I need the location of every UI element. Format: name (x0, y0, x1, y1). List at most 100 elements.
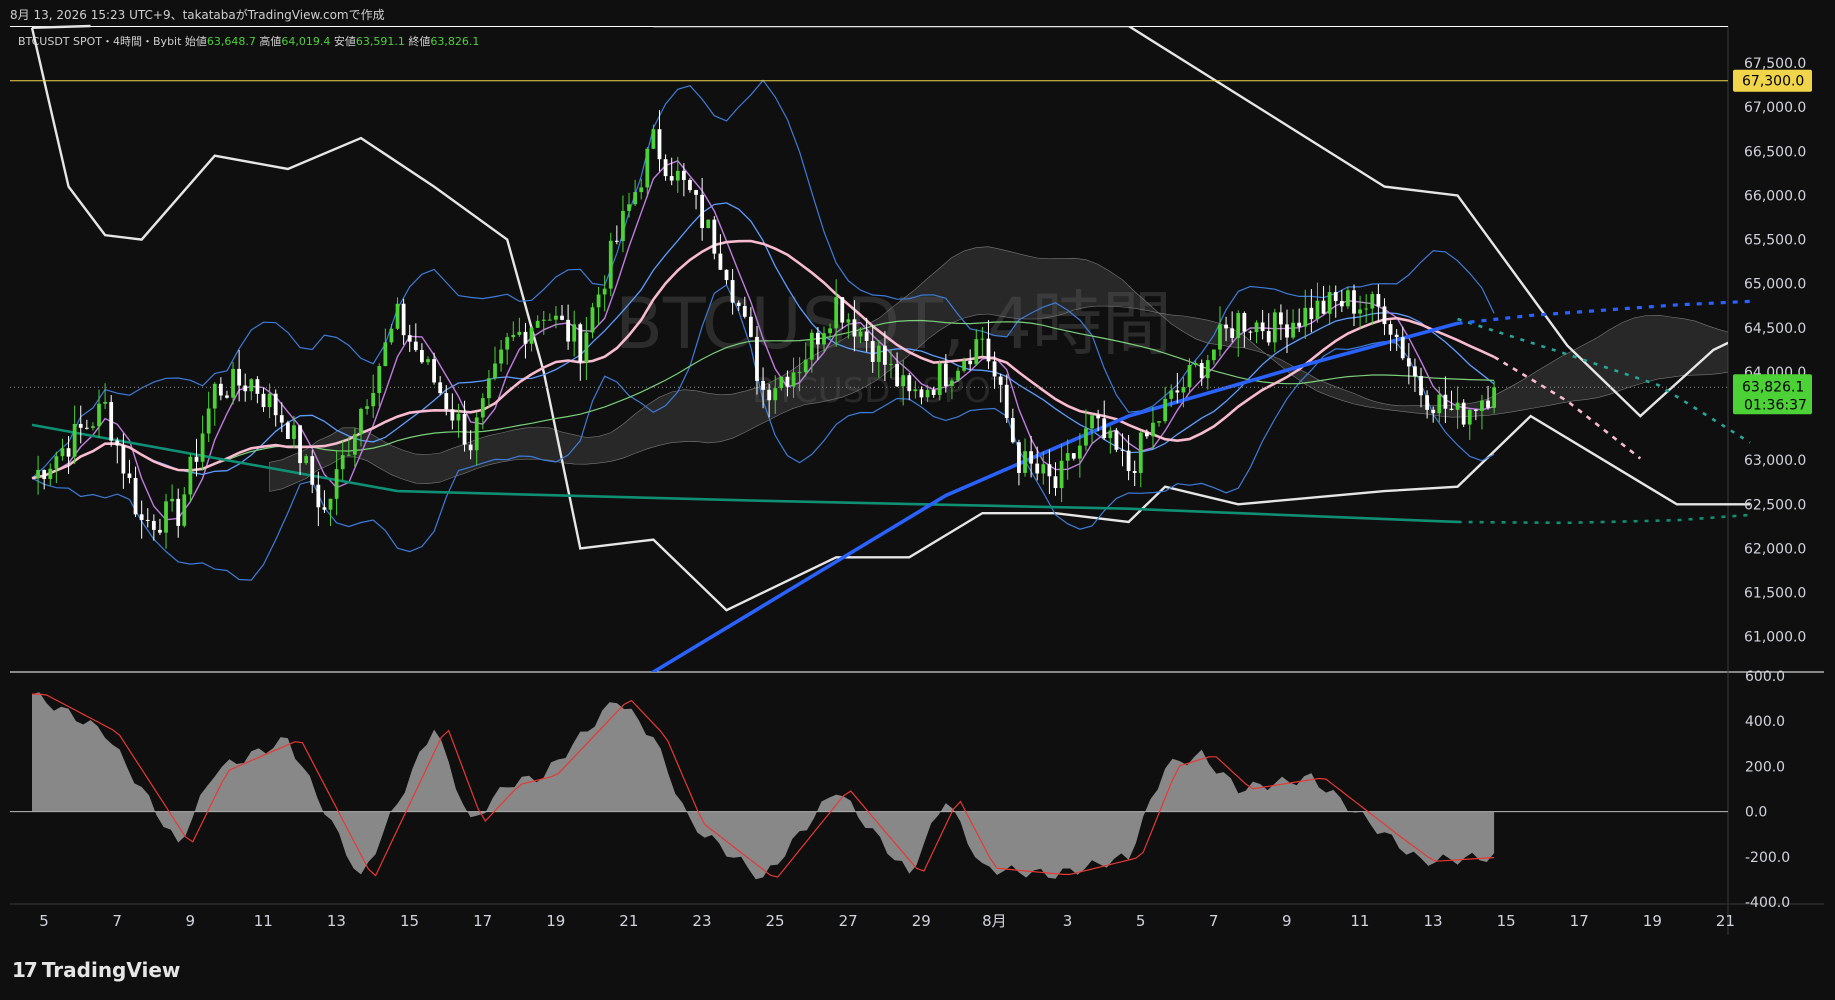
candle-body (480, 398, 485, 418)
candle-body (688, 179, 692, 191)
candle-body (566, 319, 571, 342)
candle-body (462, 413, 467, 445)
candle-body (420, 350, 424, 363)
candle (371, 374, 376, 418)
candle-body (1157, 421, 1161, 423)
candle (310, 450, 315, 494)
price-chart[interactable]: BTCUSDT, 4時間 BTCUSDT SPOT 67,500.067,000… (0, 0, 1835, 940)
candle-body (145, 519, 150, 521)
time-tick-label: 15 (1497, 912, 1516, 930)
candle (1352, 284, 1356, 327)
candle (706, 219, 711, 229)
countdown-text: 01:36:37 (1744, 397, 1807, 413)
time-tick-label: 8月 (982, 912, 1007, 930)
candle-body (614, 240, 619, 242)
candle-body (602, 288, 607, 295)
candle-body (78, 423, 83, 428)
candle-body (822, 333, 826, 345)
candle-body (1017, 442, 1021, 473)
candle-body (883, 345, 887, 365)
candle (1346, 287, 1350, 310)
candle-body (1096, 415, 1101, 419)
price-tick-label: 62,500.0 (1744, 497, 1806, 513)
candle-body (310, 456, 315, 485)
candle-body (487, 378, 491, 399)
candle-body (1339, 300, 1344, 307)
candle (1339, 289, 1344, 312)
candle-body (468, 444, 473, 451)
candle (420, 343, 424, 364)
candle-body (103, 401, 107, 404)
candle-body (1321, 300, 1326, 314)
candle (1071, 453, 1076, 461)
candle (1230, 311, 1235, 343)
candle-body (1090, 415, 1094, 429)
candle-body (1138, 432, 1143, 473)
price-tick-label: 61,000.0 (1744, 630, 1806, 646)
candle-body (1126, 450, 1131, 472)
candle-body (1041, 464, 1046, 474)
candle-body (718, 253, 723, 270)
time-tick-label: 19 (546, 912, 565, 930)
candle-body (1473, 409, 1478, 411)
candle-body (962, 360, 966, 371)
candle-body (980, 338, 985, 340)
candle-body (407, 335, 412, 342)
candle-body (243, 385, 248, 392)
ma-teal-line (31, 423, 1458, 524)
candle-body (42, 469, 47, 479)
candle-body (1285, 324, 1289, 338)
candle-body (803, 359, 808, 373)
candle-body (1303, 307, 1308, 327)
candle-body (176, 498, 181, 526)
candle-body (895, 363, 899, 387)
candle (255, 376, 260, 404)
candle-body (852, 319, 857, 337)
candle (225, 390, 229, 399)
candle-body (968, 360, 973, 365)
candle-body (1059, 460, 1064, 489)
candle-body (840, 297, 845, 323)
candle-body (779, 376, 784, 389)
candle-body (1266, 331, 1271, 343)
candle (206, 391, 211, 443)
candle (42, 469, 47, 490)
candle-body (285, 422, 290, 439)
candle-body (925, 389, 930, 398)
candle (1272, 308, 1277, 353)
candle-body (950, 380, 954, 386)
candle (1017, 439, 1021, 486)
candle (1467, 409, 1472, 440)
candle (1406, 343, 1411, 385)
price-tick-label: 65,000.0 (1744, 277, 1806, 293)
candle-body (931, 389, 936, 395)
tradingview-logo[interactable]: 17 TradingView (12, 958, 180, 982)
candle-body (194, 456, 199, 462)
candle (1370, 291, 1375, 326)
candle-body (1315, 300, 1320, 320)
candle (1132, 460, 1137, 487)
candle-body (858, 331, 863, 337)
candle-body (1114, 430, 1119, 450)
candle-body (164, 501, 168, 533)
time-tick-label: 13 (1423, 912, 1442, 930)
candle (505, 332, 510, 365)
candle-body (1047, 464, 1052, 477)
candle (72, 405, 77, 465)
candle-body (651, 129, 656, 149)
candle-body (590, 307, 595, 333)
candle (66, 436, 71, 474)
candle-body (1053, 476, 1058, 489)
candle (590, 302, 595, 339)
time-tick-label: 15 (400, 912, 419, 930)
candle-body (328, 498, 333, 510)
time-tick-label: 29 (912, 912, 931, 930)
candle (1486, 385, 1490, 410)
candle-body (1242, 313, 1247, 332)
time-tick-label: 21 (619, 912, 638, 930)
candle-body (267, 393, 272, 408)
candle-body (1181, 387, 1186, 393)
candle (511, 321, 516, 342)
candle-body (48, 468, 53, 479)
candle-body (72, 423, 77, 457)
